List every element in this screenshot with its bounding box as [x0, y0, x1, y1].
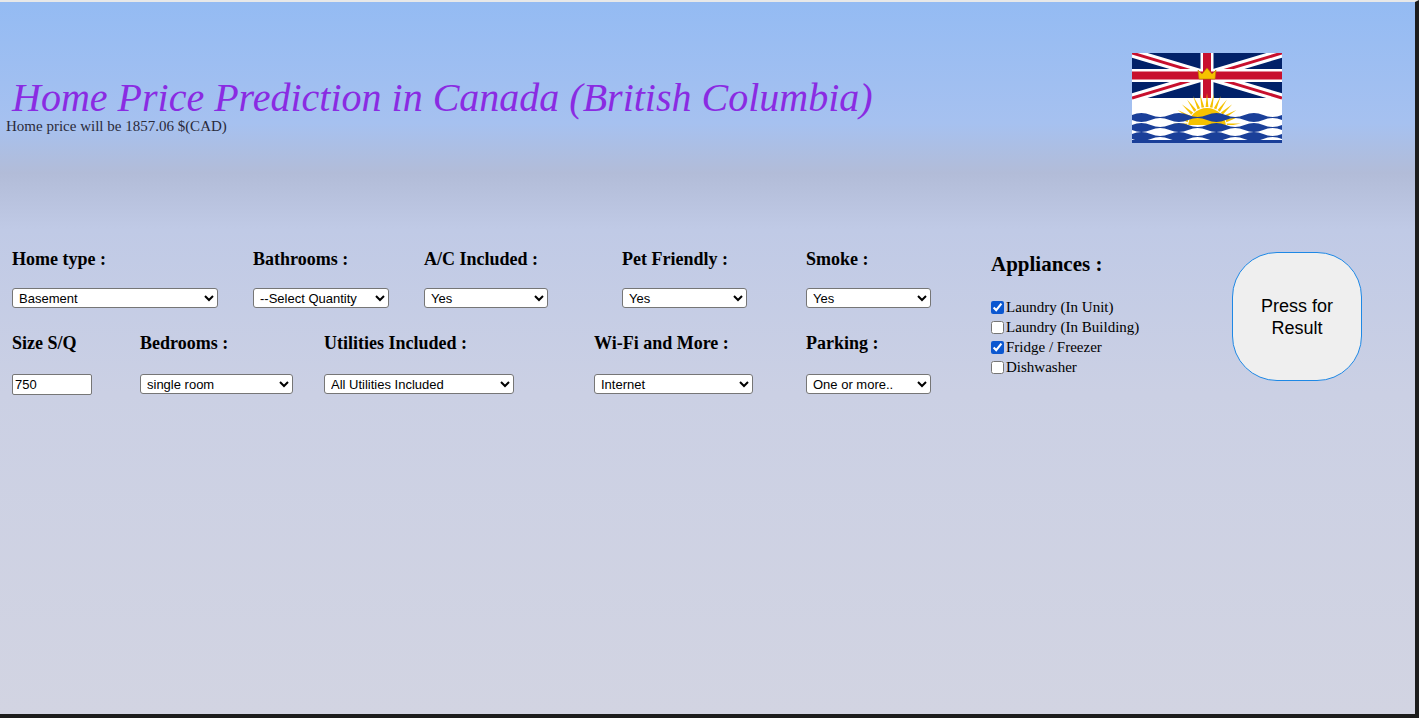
header: Home Price Prediction in Canada (British…	[0, 2, 1415, 143]
form-field: Bedrooms : single room	[140, 333, 324, 395]
form-field: A/C Included : Yes	[424, 249, 622, 308]
form-field: Smoke : Yes	[806, 249, 991, 308]
form-row: Size S/QBedrooms : single room Utilities I…	[12, 333, 991, 395]
appliance-label: Dishwasher	[1006, 357, 1077, 377]
predict-button[interactable]: Press for Result	[1232, 252, 1362, 381]
appliance-label: Laundry (In Unit)	[1006, 297, 1113, 317]
form-field: Utilities Included : All Utilities Includ…	[324, 333, 594, 395]
field-label: Pet Friendly :	[622, 249, 806, 269]
page-title: Home Price Prediction in Canada (British…	[12, 78, 873, 118]
result-text: Home price will be 1857.06 $(CAD)	[6, 118, 873, 134]
field-label: Bedrooms :	[140, 333, 324, 353]
field-select[interactable]: One or more..	[806, 374, 931, 394]
field-select[interactable]: Basement	[12, 288, 218, 308]
field-select[interactable]: Internet	[594, 374, 753, 394]
field-label: Home type :	[12, 249, 253, 269]
page: Home Price Prediction in Canada (British…	[0, 0, 1419, 718]
field-label: Parking :	[806, 333, 991, 353]
appliance-option[interactable]: Laundry (In Unit)	[991, 297, 1232, 317]
field-select[interactable]: Yes	[424, 288, 548, 308]
appliance-checkbox[interactable]	[991, 301, 1004, 314]
form-row: Home type : Basement Bathrooms : --Select Q…	[12, 249, 991, 308]
appliance-option[interactable]: Dishwasher	[991, 357, 1232, 377]
appliance-option[interactable]: Laundry (In Building)	[991, 317, 1232, 337]
form-field: Home type : Basement	[12, 249, 253, 308]
field-select[interactable]: --Select Quantity	[253, 288, 389, 308]
form-field: Size S/Q	[12, 333, 140, 395]
appliances: Appliances : Laundry (In Unit)Laundry (In…	[991, 252, 1232, 377]
appliance-checkbox[interactable]	[991, 361, 1004, 374]
field-label: A/C Included :	[424, 249, 622, 269]
field-select[interactable]: Yes	[806, 288, 931, 308]
field-label: Smoke :	[806, 249, 991, 269]
prediction-form: Home type : Basement Bathrooms : --Select Q…	[0, 249, 1415, 395]
field-select[interactable]: All Utilities Included	[324, 374, 514, 394]
field-input[interactable]	[12, 374, 92, 395]
appliance-label: Fridge / Freezer	[1006, 337, 1102, 357]
appliance-checkbox[interactable]	[991, 341, 1004, 354]
bc-flag-icon	[1132, 53, 1282, 143]
form-field: Pet Friendly : Yes	[622, 249, 806, 308]
appliances-heading: Appliances :	[991, 252, 1232, 276]
field-label: Bathrooms :	[253, 249, 424, 269]
field-label: Wi-Fi and More :	[594, 333, 806, 353]
form-field: Bathrooms : --Select Quantity	[253, 249, 424, 308]
city-photo: Home Price Prediction in Canada (British…	[0, 2, 1415, 714]
appliance-checkbox[interactable]	[991, 321, 1004, 334]
appliance-label: Laundry (In Building)	[1006, 317, 1139, 337]
field-label: Utilities Included :	[324, 333, 594, 353]
field-select[interactable]: Yes	[622, 288, 747, 308]
appliance-option[interactable]: Fridge / Freezer	[991, 337, 1232, 357]
field-label: Size S/Q	[12, 333, 140, 353]
form-field: Parking : One or more..	[806, 333, 991, 395]
form-field: Wi-Fi and More : Internet	[594, 333, 806, 395]
field-select[interactable]: single room	[140, 374, 293, 394]
